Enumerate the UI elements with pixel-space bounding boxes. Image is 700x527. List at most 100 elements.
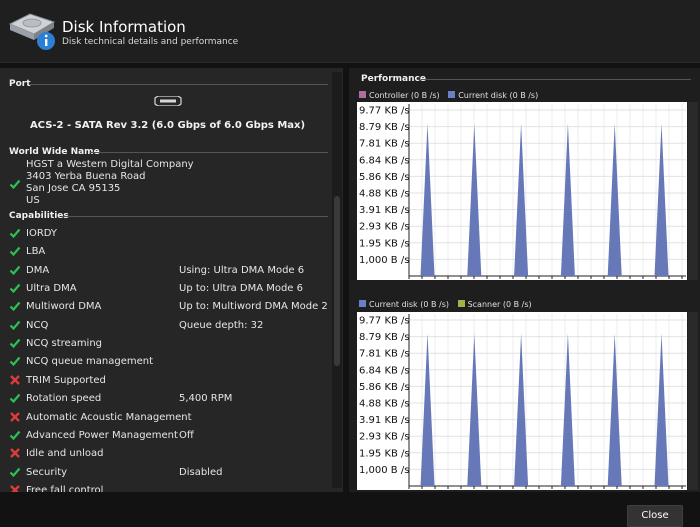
- capability-row: Free fall control: [9, 482, 329, 492]
- capability-value: Up to: Ultra DMA Mode 6: [179, 283, 304, 295]
- check-icon: [9, 302, 21, 312]
- capability-label: Automatic Acoustic Management: [26, 411, 192, 423]
- wwn-line: HGST a Western Digital Company: [26, 159, 194, 170]
- divider: [30, 84, 328, 85]
- y-tick-label: 1,000 B /s: [359, 255, 409, 266]
- divider: [62, 216, 328, 217]
- capability-row: Idle and unload: [9, 445, 329, 463]
- chart-2: 9.77 KB /s 8.79 KB /s 7.81 KB /s 6.84 KB /s…: [357, 312, 687, 490]
- y-tick-label: 2.93 KB /s: [359, 222, 410, 233]
- legend-item-scanner: Scanner (0 B /s): [457, 300, 532, 309]
- port-description: ACS-2 - SATA Rev 3.2 (6.0 Gbps of 6.0 Gb…: [29, 120, 306, 131]
- capability-row: Automatic Acoustic Management: [9, 409, 329, 427]
- legend-item-current-disk: Current disk (0 B /s): [448, 91, 538, 100]
- cross-icon: [10, 374, 20, 385]
- y-tick-label: 8.79 KB /s: [359, 122, 410, 133]
- capability-row: TRIM Supported: [9, 372, 329, 390]
- cross-icon: [10, 448, 20, 459]
- wwn-address: HGST a Western Digital Company 3403 Yerb…: [26, 159, 194, 207]
- cross-icon: [10, 411, 20, 422]
- capability-row: LBA: [9, 243, 329, 261]
- y-tick-label: 4.88 KB /s: [359, 399, 410, 410]
- y-tick-label: 1.95 KB /s: [359, 238, 410, 249]
- legend-swatch: [359, 300, 366, 307]
- legend-label: Controller (0 B /s): [369, 91, 440, 100]
- check-icon: [9, 247, 21, 257]
- capability-label: Idle and unload: [26, 448, 104, 460]
- wwn-section-title: World Wide Name: [9, 147, 100, 157]
- disk-info-icon: [8, 13, 56, 50]
- chart-2-legend: Current disk (0 B /s) Scanner (0 B /s): [359, 300, 538, 309]
- capability-label: NCQ streaming: [26, 338, 103, 350]
- close-button[interactable]: Close: [627, 505, 683, 527]
- legend-label: Current disk (0 B /s): [458, 91, 539, 100]
- y-tick-label: 3.91 KB /s: [359, 205, 410, 216]
- legend-swatch: [359, 91, 366, 98]
- capability-label: LBA: [26, 246, 46, 258]
- capability-label: Ultra DMA: [26, 283, 77, 295]
- capability-label: Rotation speed: [26, 393, 102, 405]
- capability-row: Multiword DMA Up to: Multiword DMA Mode 2: [9, 298, 329, 316]
- wwn-line: US: [26, 195, 40, 206]
- capability-value: Off: [179, 429, 194, 441]
- capability-label: Free fall control: [26, 484, 104, 492]
- capability-label: Security: [26, 466, 68, 478]
- y-tick-label: 9.77 KB /s: [359, 106, 410, 117]
- capability-label: NCQ: [26, 319, 49, 331]
- capability-value: Using: Ultra DMA Mode 6: [179, 264, 305, 276]
- y-tick-label: 4.88 KB /s: [359, 189, 410, 200]
- y-tick-label: 3.91 KB /s: [359, 415, 410, 426]
- capability-row: IORDY: [9, 225, 329, 243]
- y-tick-label: 7.81 KB /s: [359, 349, 410, 360]
- y-tick-label: 5.86 KB /s: [359, 172, 410, 183]
- scrollbar-thumb[interactable]: [334, 196, 340, 366]
- check-icon: [9, 283, 21, 294]
- check-icon: [9, 393, 21, 404]
- cross-icon: [10, 485, 20, 492]
- capabilities-section-title: Capabilities: [9, 211, 69, 221]
- chart-1-legend: Controller (0 B /s) Current disk (0 B /s…: [359, 91, 544, 100]
- capability-label: Advanced Power Management: [26, 429, 178, 441]
- capability-row: Advanced Power Management Off: [9, 427, 329, 445]
- capability-row: NCQ streaming: [9, 335, 329, 353]
- chart-1: 9.77 KB /s 8.79 KB /s 7.81 KB /s 6.84 KB /s…: [357, 102, 687, 280]
- port-section-title: Port: [9, 79, 31, 89]
- y-tick-label: 2.93 KB /s: [359, 432, 410, 443]
- divider: [90, 152, 328, 153]
- sata-port-icon: [154, 96, 182, 106]
- wwn-line: San Jose CA 95135: [26, 183, 121, 194]
- capability-value: Up to: Multiword DMA Mode 2: [179, 301, 328, 313]
- capability-row: NCQ Queue depth: 32: [9, 317, 329, 335]
- check-icon: [9, 179, 21, 190]
- chart-2-scrollbar[interactable]: [688, 312, 698, 490]
- capability-label: NCQ queue management: [26, 356, 154, 368]
- dialog-title: Disk Information: [62, 18, 186, 36]
- y-tick-label: 8.79 KB /s: [359, 332, 410, 343]
- legend-item-current-disk: Current disk (0 B /s): [359, 300, 449, 309]
- capability-label: DMA: [26, 264, 50, 276]
- check-icon: [9, 228, 21, 239]
- capability-row: NCQ queue management: [9, 353, 329, 371]
- chart-1-scrollbar[interactable]: [688, 102, 698, 280]
- check-icon: [9, 430, 21, 440]
- y-tick-label: 5.86 KB /s: [359, 382, 410, 393]
- capability-row: DMA Using: Ultra DMA Mode 6: [9, 262, 329, 280]
- y-tick-label: 6.84 KB /s: [359, 365, 410, 376]
- details-scrollbar[interactable]: [332, 72, 342, 488]
- capability-row: Security Disabled: [9, 464, 329, 482]
- y-tick-label: 6.84 KB /s: [359, 155, 410, 166]
- check-icon: [9, 467, 21, 477]
- capability-label: IORDY: [26, 228, 58, 239]
- details-panel[interactable]: Port ACS-2 - SATA Rev 3.2 (6.0 Gbps of 6…: [0, 68, 343, 492]
- check-icon: [9, 265, 21, 275]
- capability-row: Ultra DMA Up to: Ultra DMA Mode 6: [9, 280, 329, 298]
- check-icon: [9, 357, 21, 367]
- capability-value: Queue depth: 32: [179, 319, 264, 331]
- legend-swatch: [448, 91, 456, 98]
- dialog-header: Disk Information Disk technical details …: [0, 0, 700, 63]
- dialog-subtitle: Disk technical details and performance: [62, 37, 239, 47]
- performance-section-title: Performance: [361, 74, 426, 84]
- capability-label: Multiword DMA: [26, 301, 102, 313]
- legend-label: Scanner (0 B /s): [467, 300, 532, 309]
- y-tick-label: 9.77 KB /s: [359, 316, 410, 327]
